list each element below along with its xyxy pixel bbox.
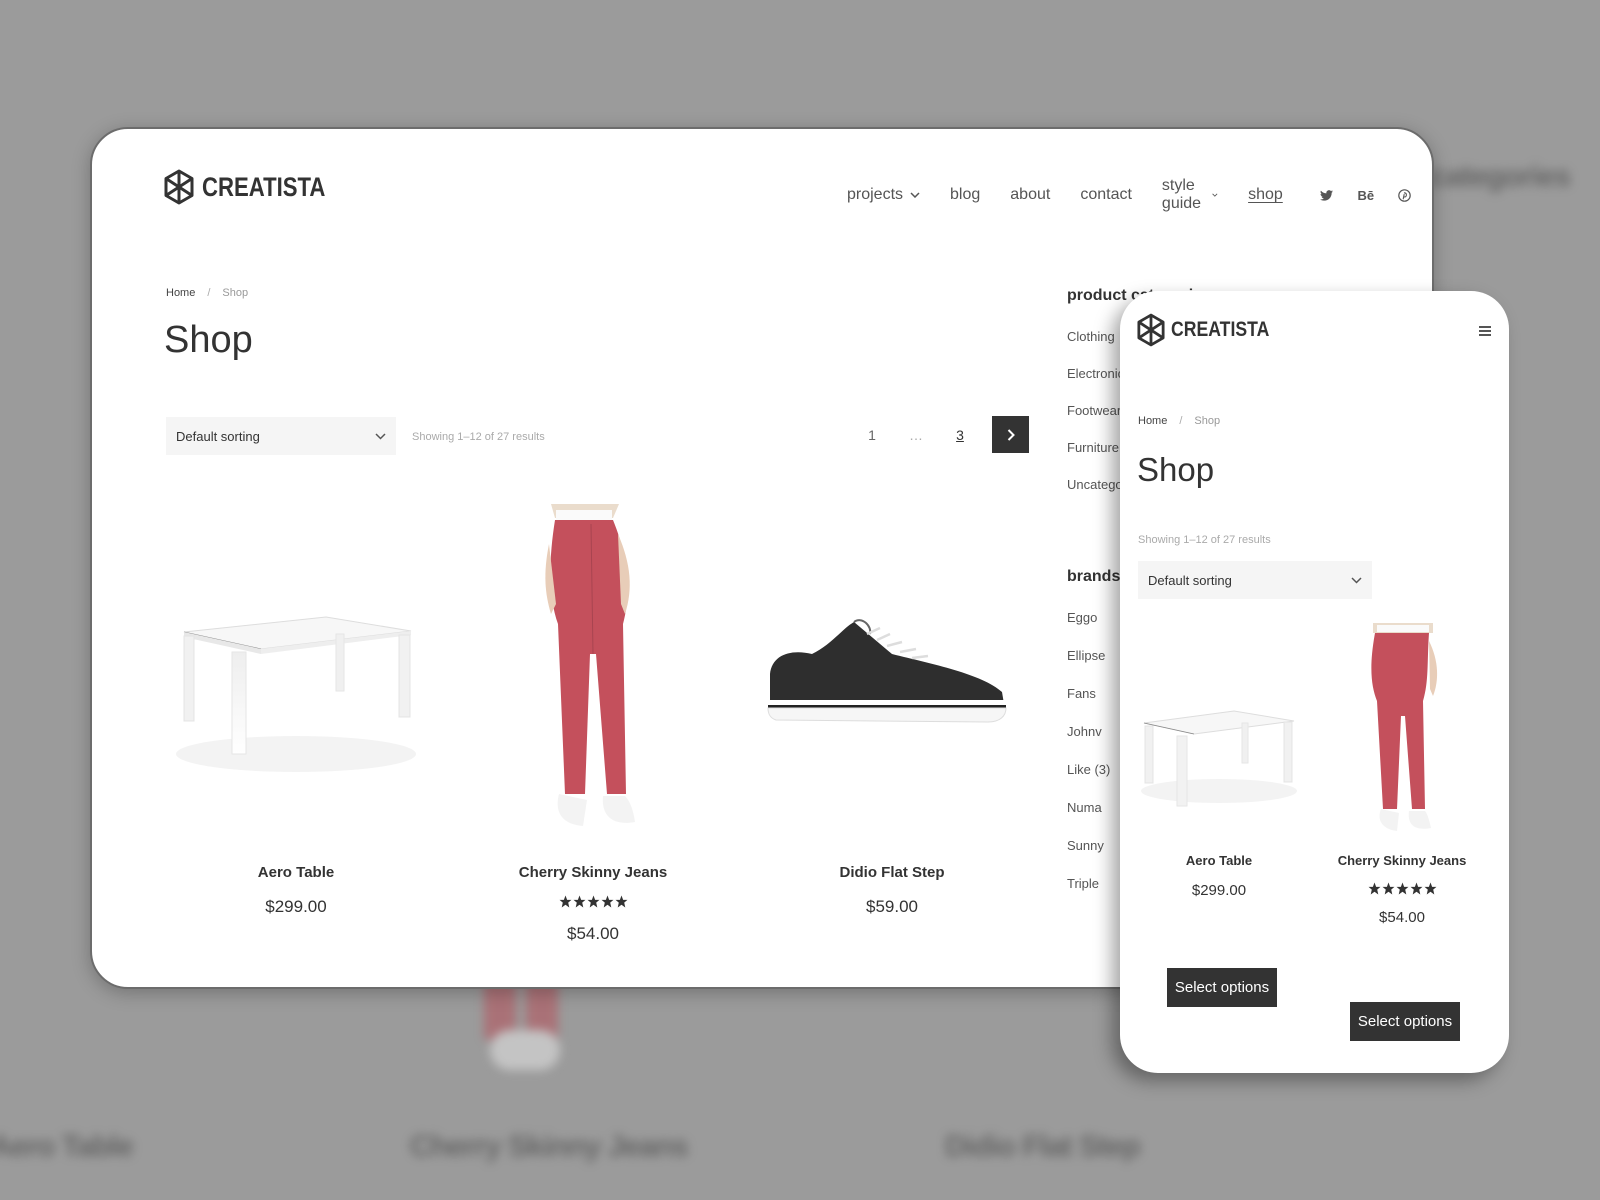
breadcrumb-home[interactable]: Home (1138, 415, 1167, 427)
nav-label: blog (950, 186, 981, 203)
product-image-sneaker[interactable] (762, 504, 1022, 844)
sort-select[interactable]: Default sorting (1138, 561, 1372, 599)
product-price: $299.00 (265, 897, 327, 916)
nav-style-guide[interactable]: style guide (1162, 177, 1218, 213)
breadcrumb: Home / Shop (1138, 415, 1220, 427)
product-price: $54.00 (567, 924, 619, 943)
select-options-button[interactable]: Select options (1167, 968, 1277, 1007)
chevron-right-icon (1007, 428, 1015, 441)
star-icon (1368, 882, 1380, 895)
chevron-down-icon (1351, 576, 1362, 584)
product-name[interactable]: Aero Table (166, 864, 426, 881)
product-name[interactable]: Didio Flat Step (762, 864, 1022, 881)
star-icon (615, 895, 627, 908)
breadcrumb-current: Shop (222, 287, 249, 299)
results-count: Showing 1–12 of 27 results (412, 431, 545, 443)
behance-icon[interactable]: Bē (1356, 185, 1376, 205)
page-ellipsis: … (909, 426, 923, 443)
nav-label: shop (1248, 186, 1283, 203)
breadcrumb-current: Shop (1194, 415, 1221, 427)
pagination: 1 … 3 (850, 416, 1029, 453)
blurred-product-title: Didio Flat Step (945, 1130, 1141, 1163)
product-card[interactable]: Cherry Skinny Jeans $54.00 (463, 504, 723, 944)
breadcrumb-separator: / (1179, 415, 1183, 427)
brand-logo[interactable]: CREATISTA (164, 169, 353, 205)
product-price: $59.00 (866, 897, 918, 916)
brand-logo[interactable]: CREATISTA (1137, 313, 1288, 347)
sort-selected-value: Default sorting (176, 428, 260, 444)
page-title: Shop (1137, 451, 1215, 488)
star-icon (1424, 882, 1436, 895)
sort-selected-value: Default sorting (1148, 572, 1232, 588)
nav-blog[interactable]: blog (950, 186, 980, 204)
social-links: Bē (1317, 185, 1432, 205)
next-page-button[interactable] (992, 416, 1029, 453)
star-icon (559, 895, 571, 908)
nav-projects[interactable]: projects (847, 186, 920, 204)
hamburger-icon[interactable] (1479, 326, 1491, 338)
breadcrumb-home[interactable]: Home (166, 287, 195, 299)
star-icon (587, 895, 599, 908)
star-icon (601, 895, 613, 908)
brand-name: CREATISTA (1171, 318, 1270, 341)
twitter-icon[interactable] (1317, 185, 1337, 205)
mobile-preview: CREATISTA Home / Shop Shop Showing 1–12 … (1120, 291, 1509, 1073)
product-price: $299.00 (1191, 882, 1247, 899)
star-icon (1382, 882, 1394, 895)
pinterest-icon[interactable] (1395, 185, 1415, 205)
blurred-sidebar-title: categories (1430, 160, 1571, 193)
nav-shop[interactable]: shop (1248, 186, 1283, 204)
page-link-1[interactable]: 1 (850, 427, 894, 443)
blurred-product-title: Aero Table (0, 1130, 134, 1163)
nav-label: style guide (1161, 177, 1202, 212)
brand-name: CREATISTA (202, 171, 326, 202)
product-name[interactable]: Cherry Skinny Jeans (463, 864, 723, 881)
product-price: $54.00 (1379, 909, 1425, 926)
product-card[interactable]: Cherry Skinny Jeans $54.00 (1317, 621, 1487, 926)
chevron-down-icon (375, 432, 386, 440)
nav-label: projects (847, 186, 904, 203)
hexagon-logo-icon (1137, 313, 1165, 347)
star-icon (1396, 882, 1408, 895)
nav-contact[interactable]: contact (1080, 186, 1132, 204)
select-options-button[interactable]: Select options (1350, 1002, 1460, 1041)
page-link-3[interactable]: 3 (938, 427, 982, 443)
results-count: Showing 1–12 of 27 results (1138, 534, 1271, 546)
blurred-product-title: Cherry Skinny Jeans (410, 1130, 689, 1163)
product-image-table[interactable] (166, 504, 426, 844)
product-image-table[interactable] (1134, 621, 1304, 839)
star-icon (573, 895, 585, 908)
product-card[interactable]: Didio Flat Step $59.00 (762, 504, 1022, 917)
product-card[interactable]: Aero Table $299.00 (166, 504, 426, 917)
breadcrumb: Home / Shop (166, 287, 248, 299)
page-title: Shop (164, 319, 253, 361)
hexagon-logo-icon (164, 169, 194, 205)
chevron-down-icon (1212, 193, 1218, 197)
blurred-jeans-image (480, 980, 570, 1070)
product-image-jeans[interactable] (463, 504, 723, 844)
chevron-down-icon (910, 192, 920, 198)
nav-label: about (1010, 186, 1051, 203)
star-rating (463, 895, 723, 908)
sort-select[interactable]: Default sorting (166, 417, 396, 455)
nav-about[interactable]: about (1010, 186, 1050, 204)
star-icon (1410, 882, 1422, 895)
product-image-jeans[interactable] (1317, 621, 1487, 839)
product-name[interactable]: Aero Table (1134, 853, 1304, 868)
main-nav: projects blog about contact style guide … (847, 177, 1432, 213)
product-card[interactable]: Aero Table $299.00 (1134, 621, 1304, 899)
star-rating (1317, 882, 1487, 895)
product-name[interactable]: Cherry Skinny Jeans (1317, 853, 1487, 868)
breadcrumb-separator: / (207, 287, 211, 299)
nav-label: contact (1080, 186, 1132, 203)
